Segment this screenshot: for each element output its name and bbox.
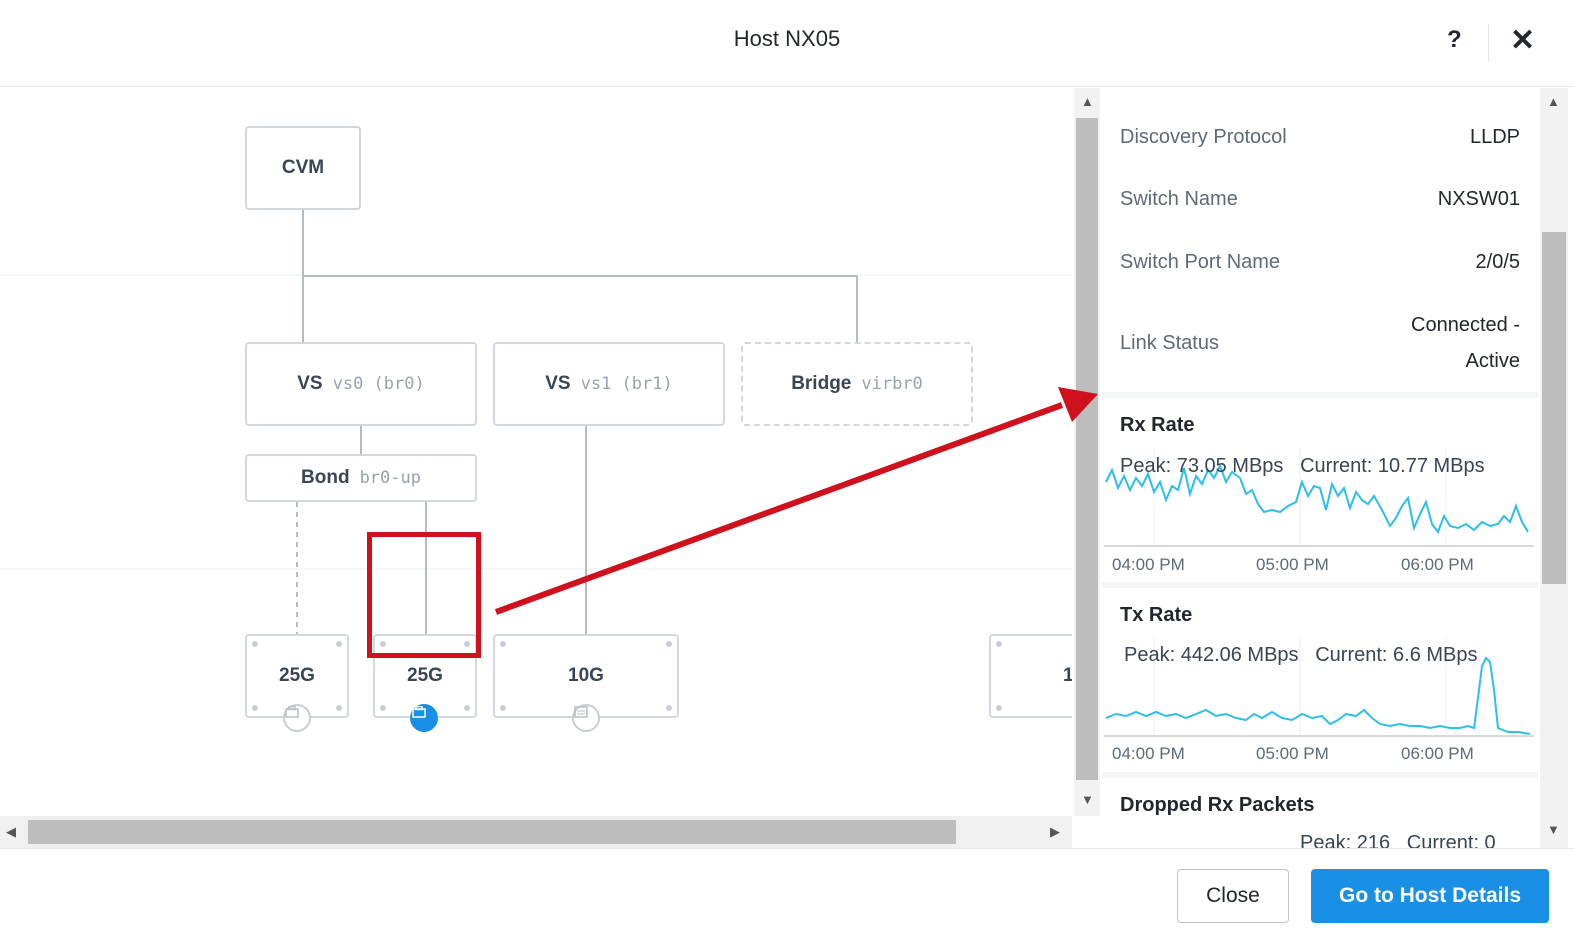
bridge-virbr0-node[interactable]: Bridge virbr0 xyxy=(741,342,973,426)
port-partial[interactable]: 1 xyxy=(989,634,1072,718)
scroll-down-icon[interactable]: ▼ xyxy=(1081,792,1094,807)
diagram-horizontal-scrollbar[interactable]: ◀ ▶ xyxy=(0,816,1072,848)
bridge-name: virbr0 xyxy=(861,374,923,394)
x-tick-label: 04:00 PM xyxy=(1112,555,1185,574)
go-to-host-details-button[interactable]: Go to Host Details xyxy=(1311,869,1549,923)
switch-vs0-node[interactable]: VS vs0 (br0) xyxy=(245,342,477,426)
section-divider xyxy=(1102,582,1538,588)
port-speed: 1 xyxy=(1063,665,1072,686)
chart-current: Current: 0 xyxy=(1406,832,1496,848)
bond-node[interactable]: Bond br0-up xyxy=(245,454,477,502)
diagram-vertical-scrollbar[interactable]: ▲ ▼ xyxy=(1074,88,1100,816)
chart-current: Current: 6.6 MBps xyxy=(1315,644,1478,666)
scrollbar-thumb[interactable] xyxy=(1076,118,1098,780)
chart-peak: Peak: 73.05 MBps xyxy=(1120,455,1284,477)
x-tick-label: 06:00 PM xyxy=(1401,744,1474,763)
section-divider xyxy=(1102,772,1538,778)
switch-type: VS xyxy=(297,373,323,394)
switch-name: vs0 (br0) xyxy=(332,374,425,394)
scroll-right-icon[interactable]: ▶ xyxy=(1050,824,1060,840)
detail-value: Connected - xyxy=(1411,314,1520,336)
selected-port-highlight xyxy=(367,532,481,658)
nic-icon xyxy=(572,704,600,732)
bridge-type: Bridge xyxy=(791,373,852,394)
chart-title: Dropped Rx Packets xyxy=(1120,794,1315,816)
close-icon[interactable]: ✕ xyxy=(1510,24,1535,58)
x-tick-label: 04:00 PM xyxy=(1112,744,1185,763)
switch-name: vs1 (br1) xyxy=(580,374,673,394)
network-diagram[interactable]: CVM VS vs0 (br0) VS vs1 (br1) Bridge vir… xyxy=(0,88,1072,816)
scrollbar-thumb[interactable] xyxy=(1542,232,1566,584)
x-tick-label: 06:00 PM xyxy=(1401,555,1474,574)
cvm-node[interactable]: CVM xyxy=(245,126,361,210)
detail-row: Link Status Connected - Active xyxy=(1120,314,1520,384)
ethernet-icon xyxy=(410,704,438,732)
chart-title: Rx Rate xyxy=(1120,414,1195,436)
detail-row: Discovery Protocol LLDP xyxy=(1120,126,1520,152)
switch-type: VS xyxy=(545,373,571,394)
detail-value: 2/0/5 xyxy=(1475,251,1520,273)
panel-vertical-scrollbar[interactable]: ▲ ▼ xyxy=(1540,88,1568,848)
ethernet-icon xyxy=(283,704,311,732)
chart-title: Tx Rate xyxy=(1120,604,1193,626)
x-tick-label: 05:00 PM xyxy=(1256,555,1329,574)
dialog-header: Host NX05 ? ✕ xyxy=(0,0,1574,87)
chart-stats: Peak: 442.06 MBps Current: 6.6 MBps xyxy=(1124,644,1478,667)
port-details-panel[interactable]: Discovery Protocol LLDP Switch Name NXSW… xyxy=(1102,88,1538,848)
chart-current: Current: 10.77 MBps xyxy=(1300,455,1485,477)
x-tick-label: 05:00 PM xyxy=(1256,744,1329,763)
detail-row: Switch Name NXSW01 xyxy=(1120,188,1520,214)
close-button[interactable]: Close xyxy=(1177,869,1289,923)
detail-label: Link Status xyxy=(1120,332,1219,354)
header-divider xyxy=(1488,24,1489,62)
bond-type: Bond xyxy=(301,467,350,488)
port-speed: 10G xyxy=(568,665,604,686)
scroll-left-icon[interactable]: ◀ xyxy=(6,824,16,840)
scroll-up-icon[interactable]: ▲ xyxy=(1081,94,1094,109)
detail-row: Switch Port Name 2/0/5 xyxy=(1120,251,1520,277)
detail-label: Switch Name xyxy=(1120,188,1238,210)
chart-stats: Peak: 73.05 MBps Current: 10.77 MBps xyxy=(1120,455,1485,478)
scroll-up-icon[interactable]: ▲ xyxy=(1547,94,1560,109)
port-speed: 25G xyxy=(407,665,443,686)
detail-value: LLDP xyxy=(1469,126,1520,148)
dialog-title: Host NX05 xyxy=(733,26,841,51)
chart-peak: Peak: 442.06 MBps xyxy=(1124,644,1299,666)
help-icon[interactable]: ? xyxy=(1447,26,1462,54)
switch-vs1-node[interactable]: VS vs1 (br1) xyxy=(493,342,725,426)
chart-peak: Peak: 216 xyxy=(1300,832,1391,848)
cvm-label: CVM xyxy=(281,157,325,178)
section-divider xyxy=(1102,392,1538,398)
detail-value: NXSW01 xyxy=(1437,188,1520,210)
detail-value: Active xyxy=(1465,350,1520,372)
bond-name: br0-up xyxy=(359,468,421,488)
chart-stats: Peak: 216 Current: 0 xyxy=(1300,832,1496,848)
port-speed: 25G xyxy=(279,665,315,686)
detail-label: Discovery Protocol xyxy=(1120,126,1287,148)
scroll-down-icon[interactable]: ▼ xyxy=(1547,822,1560,837)
scrollbar-thumb[interactable] xyxy=(28,820,956,844)
detail-label: Switch Port Name xyxy=(1120,251,1281,273)
